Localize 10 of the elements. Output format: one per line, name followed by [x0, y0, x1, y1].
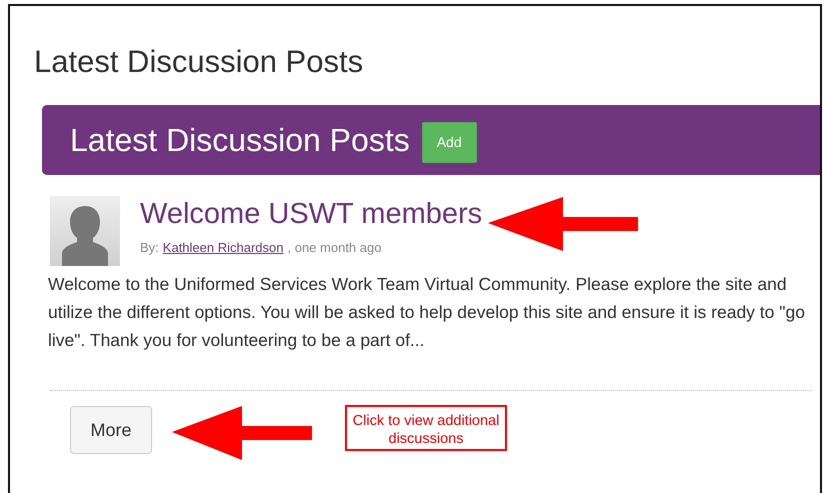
post-time: , one month ago — [288, 240, 382, 255]
callout-note: Click to view additional discussions — [345, 405, 507, 451]
page-title: Latest Discussion Posts — [33, 43, 364, 81]
post-title-link[interactable]: Welcome USWT members — [140, 196, 482, 232]
author-link[interactable]: Kathleen Richardson — [162, 240, 284, 255]
more-button[interactable]: More — [70, 406, 152, 454]
panel-title: Latest Discussion Posts — [70, 122, 410, 158]
byline-label: By: — [140, 240, 159, 255]
avatar-silhouette-icon — [50, 196, 120, 266]
post-excerpt: Welcome to the Uniformed Services Work Team Virtual Community. Please explore the site and utilize the different options. You will be asked to help develop this site and ensure it is ready to "go live". Thank you for volunteering to be a part of... — [48, 273, 806, 352]
